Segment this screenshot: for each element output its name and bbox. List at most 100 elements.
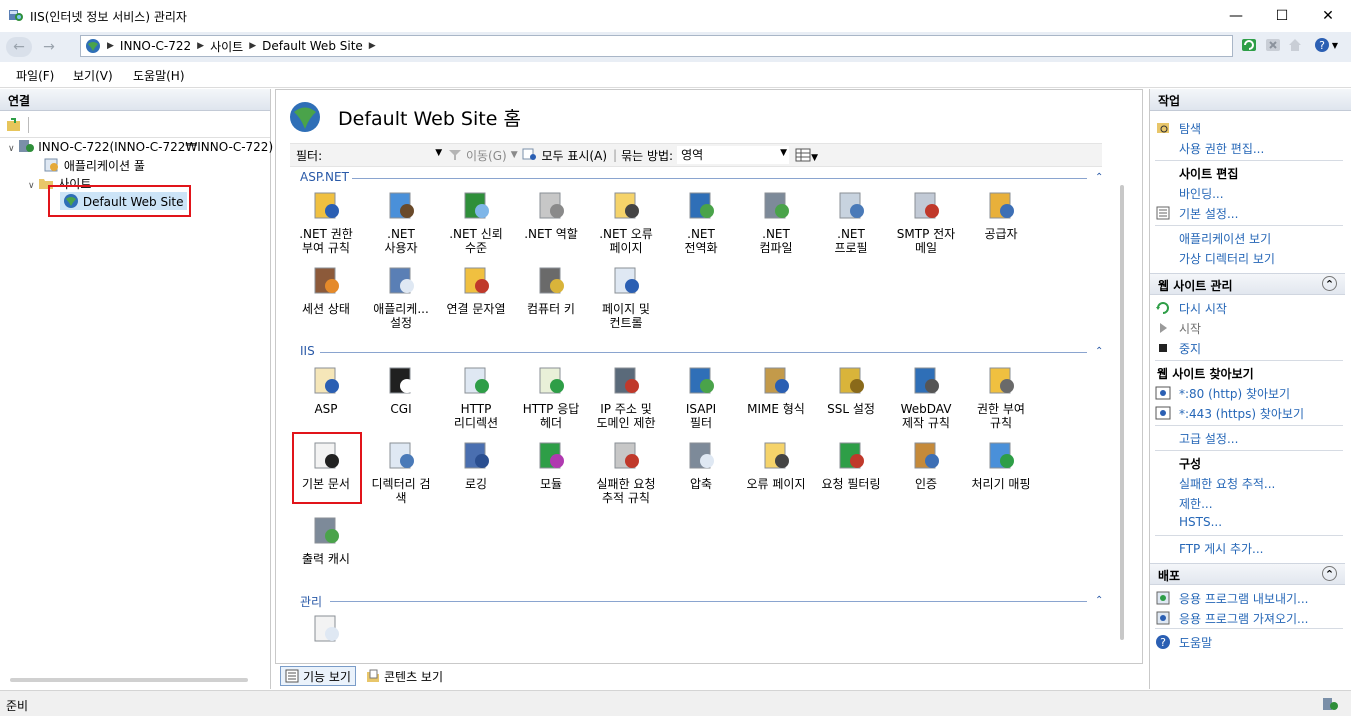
- feature-item[interactable]: 컴퓨터 키: [518, 264, 584, 316]
- feature-item[interactable]: WebDAV 제작 규칙: [893, 364, 959, 430]
- action-stop[interactable]: 중지: [1179, 340, 1201, 357]
- feature-item[interactable]: IP 주소 및 도메인 제한: [593, 364, 659, 430]
- breadcrumb-sites[interactable]: 사이트: [210, 38, 243, 55]
- action-start[interactable]: 시작: [1179, 320, 1201, 337]
- view-mode-dropdown[interactable]: ▼: [795, 148, 818, 163]
- menu-file[interactable]: 파일(F): [16, 67, 54, 84]
- collapse-deploy-header-icon[interactable]: ⌃: [1322, 566, 1337, 581]
- feature-label: 모듈: [539, 477, 563, 491]
- filter-go-button[interactable]: 이동(G): [448, 147, 507, 164]
- feature-item[interactable]: ISAPI 필터: [668, 364, 734, 430]
- feature-item[interactable]: SSL 설정: [818, 364, 884, 416]
- feature-label: .NET 오류: [599, 227, 653, 241]
- feature-item[interactable]: 로깅: [443, 439, 509, 491]
- status-text: 준비: [6, 699, 29, 713]
- feature-item[interactable]: .NET 전역화: [668, 189, 734, 255]
- features-vscroll[interactable]: [1120, 185, 1124, 640]
- action-bindings[interactable]: 바인딩...: [1179, 185, 1224, 202]
- maximize-button[interactable]: ☐: [1259, 0, 1305, 32]
- feature-label: 도메인 제한: [596, 416, 656, 430]
- group-by-select[interactable]: 영역 ▼: [677, 146, 790, 164]
- action-browse80[interactable]: *:80 (http) 찾아보기: [1179, 385, 1290, 402]
- action-view-apps[interactable]: 애플리케이션 보기: [1179, 230, 1271, 247]
- feature-item[interactable]: .NET 오류 페이지: [593, 189, 659, 255]
- feature-item[interactable]: HTTP 응답 헤더: [518, 364, 584, 430]
- feature-item[interactable]: 권한 부여 규칙: [968, 364, 1034, 430]
- feature-item[interactable]: .NET 신뢰 수준: [443, 189, 509, 255]
- forward-button[interactable]: →: [38, 37, 60, 57]
- action-browse443[interactable]: *:443 (https) 찾아보기: [1179, 405, 1304, 422]
- action-view-vdirs[interactable]: 가상 디렉터리 보기: [1179, 250, 1275, 267]
- menu-help[interactable]: 도움말(H): [133, 67, 185, 84]
- feature-item[interactable]: 연결 문자열: [443, 264, 509, 316]
- feature-label: 수준: [464, 241, 488, 255]
- feature-item[interactable]: HTTP 리디렉션: [443, 364, 509, 430]
- feature-item[interactable]: 압축: [668, 439, 734, 491]
- feature-item[interactable]: SMTP 전자 메일: [893, 189, 959, 255]
- status-bar: 준비: [0, 690, 1351, 716]
- feature-item[interactable]: 처리기 매핑: [968, 439, 1034, 491]
- breadcrumb-server[interactable]: INNO-C-722: [120, 39, 191, 53]
- tab-features-view[interactable]: 기능 보기: [280, 666, 356, 686]
- add-connection-icon[interactable]: [6, 117, 22, 133]
- action-limits[interactable]: 제한...: [1179, 495, 1213, 512]
- action-hsts[interactable]: HSTS...: [1179, 515, 1222, 529]
- feature-item[interactable]: .NET 권한 부여 규칙: [293, 189, 359, 255]
- feature-item[interactable]: 실패한 요청 추적 규칙: [593, 439, 659, 505]
- feature-item[interactable]: .NET 컴파일: [743, 189, 809, 255]
- action-restart[interactable]: 다시 시작: [1179, 300, 1227, 317]
- collapse-aspnet-icon[interactable]: ⌃: [1095, 172, 1103, 183]
- breadcrumb-site[interactable]: Default Web Site: [262, 39, 363, 53]
- feature-item[interactable]: 오류 페이지: [743, 439, 809, 491]
- help-dropdown-icon[interactable]: ? ▼: [1311, 35, 1341, 55]
- action-explore[interactable]: 탐색: [1179, 120, 1201, 137]
- feature-item[interactable]: .NET 사용자: [368, 189, 434, 255]
- filter-input[interactable]: ▼: [324, 146, 442, 164]
- stop-icon[interactable]: [1263, 35, 1283, 55]
- feature-0-11-icon: [389, 267, 414, 294]
- feature-item[interactable]: 공급자: [968, 189, 1034, 241]
- home-icon[interactable]: [1285, 35, 1305, 55]
- minimize-button[interactable]: —: [1213, 0, 1259, 32]
- action-failed-trace[interactable]: 실패한 요청 추적...: [1179, 475, 1275, 492]
- feature-item[interactable]: 세션 상태: [293, 264, 359, 316]
- feature-item[interactable]: 요청 필터링: [818, 439, 884, 491]
- feature-item[interactable]: ASP: [293, 364, 359, 416]
- feature-item[interactable]: 애플리케... 설정: [368, 264, 434, 330]
- address-bar[interactable]: ▶ INNO-C-722 ▶ 사이트 ▶ Default Web Site ▶: [80, 35, 1233, 57]
- menu-view[interactable]: 보기(V): [73, 67, 113, 84]
- back-button[interactable]: ←: [6, 37, 32, 57]
- tree-default-web-site[interactable]: Default Web Site: [60, 192, 187, 210]
- feature-item[interactable]: 모듈: [518, 439, 584, 491]
- action-import-app[interactable]: 응용 프로그램 가져오기...: [1179, 610, 1308, 627]
- feature-item[interactable]: 출력 캐시: [293, 514, 359, 566]
- feature-item[interactable]: [293, 612, 359, 650]
- close-button[interactable]: ✕: [1305, 0, 1351, 32]
- feature-0-3-icon: [539, 192, 564, 219]
- feature-item[interactable]: CGI: [368, 364, 434, 416]
- connections-hscroll[interactable]: [10, 678, 248, 682]
- feature-1-13-icon: [539, 442, 564, 469]
- action-advanced[interactable]: 고급 설정...: [1179, 430, 1238, 447]
- collapse-manage-site-header-icon[interactable]: ⌃: [1322, 276, 1337, 291]
- feature-item[interactable]: 페이지 및 컨트롤: [593, 264, 659, 330]
- tree-server[interactable]: ∨ INNO-C-722(INNO-C-722₩INNO-C-722): [8, 139, 273, 154]
- action-help[interactable]: 도움말: [1179, 634, 1212, 651]
- feature-item[interactable]: 인증: [893, 439, 959, 491]
- action-edit-perms[interactable]: 사용 권한 편집...: [1179, 140, 1264, 157]
- feature-item[interactable]: .NET 역할: [518, 189, 584, 241]
- status-server-icon: [1323, 698, 1338, 710]
- feature-item[interactable]: 디렉터리 검색: [368, 439, 434, 505]
- refresh-icon[interactable]: [1239, 35, 1259, 55]
- action-export-app[interactable]: 응용 프로그램 내보내기...: [1179, 590, 1308, 607]
- collapse-management-icon[interactable]: ⌃: [1095, 595, 1103, 606]
- collapse-iis-icon[interactable]: ⌃: [1095, 346, 1103, 357]
- feature-item[interactable]: MIME 형식: [743, 364, 809, 416]
- tab-content-view[interactable]: 콘텐츠 보기: [362, 666, 447, 686]
- tree-app-pools[interactable]: 애플리케이션 풀: [44, 157, 145, 174]
- feature-label: .NET: [837, 227, 865, 241]
- show-all-button[interactable]: 모두 표시(A): [522, 147, 607, 164]
- action-basic-settings[interactable]: 기본 설정...: [1179, 205, 1238, 222]
- feature-item[interactable]: .NET 프로필: [818, 189, 884, 255]
- action-ftp[interactable]: FTP 게시 추가...: [1179, 540, 1264, 557]
